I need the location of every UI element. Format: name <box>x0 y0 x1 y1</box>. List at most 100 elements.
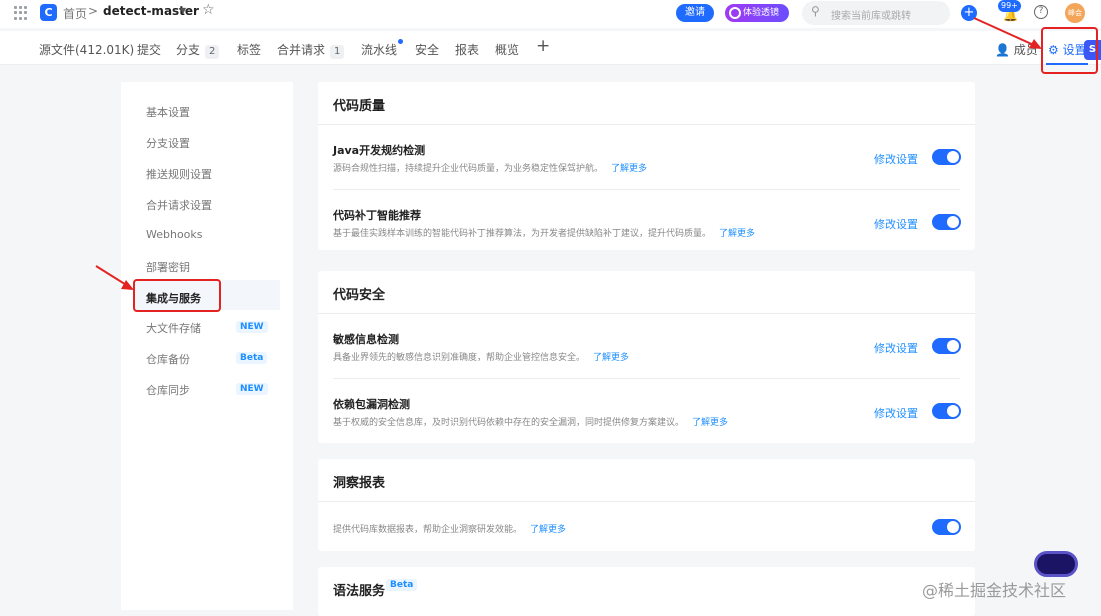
service-title: 代码补丁智能推荐 <box>333 209 421 222</box>
tab-label: 分支 <box>176 43 201 57</box>
service-description: 源码合规性扫描，持续提升企业代码质量，为业务稳定性保驾护航。 了解更多 <box>333 161 647 174</box>
enable-toggle[interactable] <box>932 149 961 165</box>
sidebar-item-basic[interactable]: 基本设置 <box>146 104 190 120</box>
add-tab-icon[interactable]: + <box>536 36 550 56</box>
tab-source[interactable]: 源文件(412.01K) <box>39 41 134 58</box>
notification-badge: 99+ <box>998 0 1021 12</box>
service-description: 提供代码库数据报表，帮助企业洞察研发效能。 了解更多 <box>333 522 566 535</box>
divider <box>318 313 975 314</box>
tab-tags[interactable]: 标签 <box>237 41 261 58</box>
sidebar-item-merge-request[interactable]: 合并请求设置 <box>146 197 212 213</box>
sidebar-item-webhooks[interactable]: Webhooks <box>146 228 203 241</box>
enable-toggle[interactable] <box>932 519 961 535</box>
sidebar-item-backup[interactable]: 仓库备份 <box>146 351 190 367</box>
enable-toggle[interactable] <box>932 338 961 354</box>
syntax-service-card: 语法服务 Beta <box>318 567 975 616</box>
highlight-box-settings <box>1041 27 1098 74</box>
breadcrumb-home[interactable]: 首页 <box>63 5 87 22</box>
beta-badge: Beta <box>236 352 268 364</box>
description-text: 具备业界领先的敏感信息识别准确度，帮助企业管控信息安全。 <box>333 353 586 363</box>
tab-label: 合并请求 <box>277 43 326 57</box>
description-text: 提供代码库数据报表，帮助企业洞察研发效能。 <box>333 525 523 535</box>
section-title: 代码安全 <box>333 288 386 303</box>
chevron-down-icon[interactable]: ▼ <box>180 6 186 15</box>
edit-settings-link[interactable]: 修改设置 <box>874 405 918 421</box>
description-text: 源码合规性扫描，持续提升企业代码质量，为业务稳定性保驾护航。 <box>333 164 604 174</box>
learn-more-link[interactable]: 了解更多 <box>719 229 755 239</box>
sidebar-item-lfs[interactable]: 大文件存储 <box>146 320 201 336</box>
divider <box>318 501 975 502</box>
description-text: 基于权威的安全信息库，及时识别代码依赖中存在的安全漏洞，同时提供修复方案建议。 <box>333 418 685 428</box>
apps-grid-icon[interactable] <box>14 6 28 20</box>
tab-security[interactable]: 安全 <box>415 41 439 58</box>
tab-label: 流水线 <box>361 43 398 57</box>
search-icon: ⚲ <box>811 4 820 18</box>
tab-reports[interactable]: 报表 <box>455 41 479 58</box>
new-badge: NEW <box>236 383 268 395</box>
tab-label: 源文件(412.01K) <box>39 43 135 57</box>
lens-icon <box>729 7 741 19</box>
divider <box>333 378 960 379</box>
enable-toggle[interactable] <box>932 214 961 230</box>
edit-settings-link[interactable]: 修改设置 <box>874 340 918 356</box>
breadcrumb-separator: > <box>88 4 99 18</box>
service-description: 基于权威的安全信息库，及时识别代码依赖中存在的安全漏洞，同时提供修复方案建议。了… <box>333 415 728 428</box>
new-badge: NEW <box>236 321 268 333</box>
learn-more-link[interactable]: 了解更多 <box>593 353 629 363</box>
tab-overview[interactable]: 概览 <box>495 41 519 58</box>
count-badge: 1 <box>330 45 345 59</box>
trial-button[interactable]: 体验透镜 <box>725 4 789 22</box>
tab-label: 安全 <box>415 43 440 57</box>
tab-label: 标签 <box>237 43 262 57</box>
section-title: 语法服务 <box>333 584 386 599</box>
learn-more-link[interactable]: 了解更多 <box>611 164 647 174</box>
sidebar-item-deploy-keys[interactable]: 部署密钥 <box>146 259 190 275</box>
search-placeholder: 搜索当前库或跳转 <box>831 11 911 22</box>
tab-label: 提交 <box>137 43 162 57</box>
tab-commits[interactable]: 提交 <box>137 41 161 58</box>
count-badge: 2 <box>205 45 220 59</box>
edit-settings-link[interactable]: 修改设置 <box>874 151 918 167</box>
section-title: 代码质量 <box>333 99 386 114</box>
sidebar-item-push-rules[interactable]: 推送规则设置 <box>146 166 212 182</box>
tab-label: 概览 <box>495 43 520 57</box>
annotation-arrow-icon <box>973 17 1042 49</box>
service-title: 敏感信息检测 <box>333 333 399 346</box>
sidebar-item-sync[interactable]: 仓库同步 <box>146 382 190 398</box>
code-quality-card: 代码质量 Java开发规约检测 源码合规性扫描，持续提升企业代码质量，为业务稳定… <box>318 82 975 250</box>
service-title: 依赖包漏洞检测 <box>333 398 410 411</box>
service-description: 基于最佳实践样本训练的智能代码补丁推荐算法，为开发者提供缺陷补丁建议，提升代码质… <box>333 226 755 239</box>
status-dot <box>398 39 404 44</box>
learn-more-link[interactable]: 了解更多 <box>692 418 728 428</box>
invite-button[interactable]: 邀请 <box>676 4 714 22</box>
beta-badge: Beta <box>386 579 418 591</box>
star-icon[interactable]: ☆ <box>202 2 215 18</box>
edit-settings-link[interactable]: 修改设置 <box>874 216 918 232</box>
sidebar-item-branch[interactable]: 分支设置 <box>146 135 190 151</box>
section-title: 洞察报表 <box>333 476 386 491</box>
repo-tabs: 源文件(412.01K) 提交 分支 2 标签 合并请求 1 流水线 安全 报表 概… <box>0 31 1101 65</box>
highlight-box-integrations <box>133 279 221 312</box>
trial-label: 体验透镜 <box>743 8 780 18</box>
enable-toggle[interactable] <box>932 403 961 419</box>
tab-pipelines[interactable]: 流水线 <box>361 39 404 58</box>
tab-branches[interactable]: 分支 2 <box>176 41 220 59</box>
insight-report-card: 洞察报表 提供代码库数据报表，帮助企业洞察研发效能。 了解更多 <box>318 459 975 551</box>
app-logo[interactable]: C <box>40 4 57 21</box>
top-bar: C 首页 > detect-master ▼ ☆ 邀请 体验透镜 ⚲ 搜索当前库… <box>0 0 1101 28</box>
annotation-arrow-icon <box>95 265 134 290</box>
avatar[interactable]: 峰会 <box>1065 3 1085 23</box>
settings-sidebar: 基本设置 分支设置 推送规则设置 合并请求设置 Webhooks 部署密钥 集成… <box>121 82 293 610</box>
watermark: @稀土掘金技术社区 <box>922 581 1067 600</box>
chat-assistant-button[interactable] <box>1034 551 1078 577</box>
search-box[interactable]: ⚲ 搜索当前库或跳转 <box>802 1 950 25</box>
service-description: 具备业界领先的敏感信息识别准确度，帮助企业管控信息安全。 了解更多 <box>333 350 629 363</box>
code-security-card: 代码安全 敏感信息检测 具备业界领先的敏感信息识别准确度，帮助企业管控信息安全。… <box>318 271 975 443</box>
learn-more-link[interactable]: 了解更多 <box>530 525 566 535</box>
tab-label: 报表 <box>455 43 480 57</box>
tab-merge-requests[interactable]: 合并请求 1 <box>277 41 345 59</box>
description-text: 基于最佳实践样本训练的智能代码补丁推荐算法，为开发者提供缺陷补丁建议，提升代码质… <box>333 229 712 239</box>
divider <box>333 189 960 190</box>
divider <box>318 124 975 125</box>
service-title: Java开发规约检测 <box>333 144 426 157</box>
